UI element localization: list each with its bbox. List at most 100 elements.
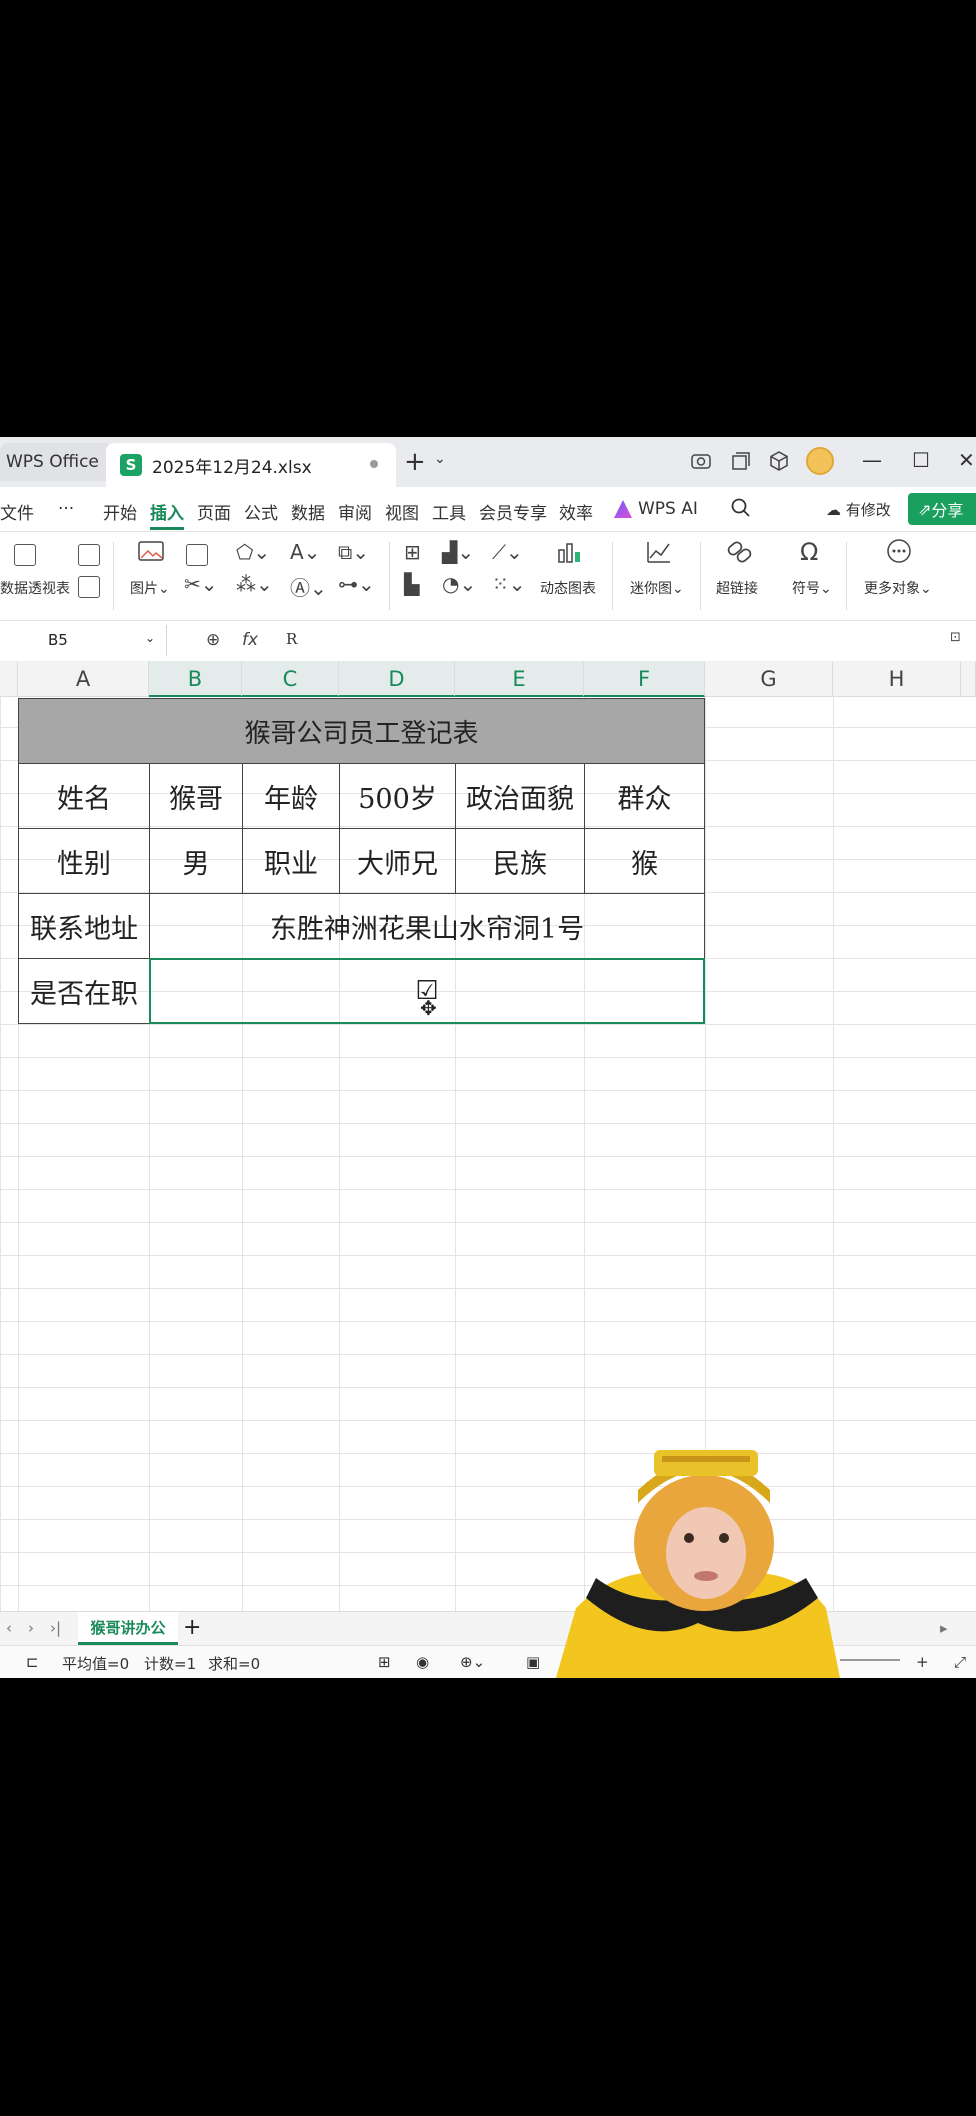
wps-ai-button[interactable]: WPS AI (614, 499, 698, 519)
close-icon[interactable]: ✕ (958, 448, 975, 472)
expand-formula-icon[interactable]: ⊡ (950, 630, 961, 645)
name-box-chevron-icon[interactable]: ⌄ (145, 631, 155, 645)
textbox-icon[interactable]: Ⓐ⌄ (290, 572, 327, 601)
column-header-h[interactable]: H (833, 661, 961, 697)
cell-c3[interactable]: 职业 (242, 828, 340, 894)
center-view-icon[interactable]: ⊕⌄ (460, 1653, 485, 1671)
menu-insert[interactable]: 插入 (150, 499, 184, 524)
user-avatar[interactable] (806, 447, 834, 475)
cell-a3[interactable]: 性别 (18, 828, 150, 894)
eye-protection-icon[interactable]: ◉ (416, 1653, 429, 1671)
search-icon[interactable] (730, 497, 752, 524)
modified-status[interactable]: ☁ 有修改 (826, 499, 891, 520)
chart-grid-icon[interactable]: ⊞ (404, 540, 421, 564)
column-header-e[interactable]: E (455, 661, 584, 697)
cell-a2[interactable]: 姓名 (18, 763, 150, 829)
menu-more[interactable]: ··· (58, 499, 74, 519)
cube-icon[interactable] (768, 450, 790, 472)
cell-b2[interactable]: 猴哥 (149, 763, 243, 829)
picture-label[interactable]: 图片⌄ (130, 578, 170, 598)
picture-icon[interactable] (138, 540, 164, 567)
bar-chart-small-icon[interactable]: ▙ (404, 572, 419, 596)
fullscreen-icon[interactable]: ⤢ (954, 1653, 966, 1671)
name-box[interactable]: B5 ⌄ (0, 625, 167, 656)
zoom-slider[interactable] (840, 1659, 900, 1661)
cell-e2[interactable]: 政治面貌 (455, 763, 585, 829)
pivot-table-icon[interactable] (14, 544, 36, 566)
selection-mode-icon[interactable]: ⊏ (26, 1653, 39, 1671)
screenshot-icon[interactable] (690, 450, 712, 472)
dynamic-chart-label[interactable]: 动态图表 (540, 578, 596, 598)
add-sheet-button[interactable]: + (183, 1615, 201, 1640)
symbol-icon[interactable]: Ω (800, 538, 818, 566)
icon-library-icon[interactable]: ⁂⌄ (236, 572, 273, 596)
cell-e3[interactable]: 民族 (455, 828, 585, 894)
tab-list-chevron-icon[interactable]: ⌄ (434, 451, 446, 467)
column-header-a[interactable]: A (18, 661, 149, 697)
wordart-icon[interactable]: A⌄ (290, 540, 320, 564)
menu-tools[interactable]: 工具 (432, 499, 466, 524)
screenshot-cut-icon[interactable]: ✂⌄ (184, 572, 218, 596)
fx-icon[interactable]: fx (242, 630, 258, 650)
scroll-right-icon[interactable]: ▸ (940, 1619, 948, 1637)
column-header-d[interactable]: D (339, 661, 455, 697)
column-header-g[interactable]: G (705, 661, 833, 697)
smartart-icon[interactable]: ⧉⌄ (338, 540, 369, 564)
share-button[interactable]: ⇗ 分享 (908, 493, 976, 525)
zoom-formula-icon[interactable]: ⊕ (206, 630, 220, 650)
cell-d2[interactable]: 500岁 (339, 763, 456, 829)
line-chart-icon[interactable]: ⟋⌄ (492, 540, 523, 564)
window-copy-icon[interactable] (730, 450, 752, 472)
table-view-icon[interactable]: ⊞ (378, 1653, 391, 1671)
normal-view-icon[interactable]: ▣ (526, 1653, 540, 1671)
zoom-in-icon[interactable]: + (916, 1653, 929, 1671)
sheet-tab-active[interactable]: 猴哥讲办公 (78, 1612, 178, 1645)
new-tab-button[interactable]: + (404, 447, 426, 477)
pie-chart-icon[interactable]: ◔⌄ (442, 572, 476, 596)
pivot-chart-icon[interactable] (78, 544, 100, 566)
cell-d3[interactable]: 大师兄 (339, 828, 456, 894)
column-header-b[interactable]: B (149, 661, 242, 697)
table-icon[interactable] (78, 576, 100, 598)
menu-review[interactable]: 审阅 (338, 499, 372, 524)
menu-formula[interactable]: 公式 (244, 499, 278, 524)
cell-a5[interactable]: 是否在职 (18, 958, 150, 1024)
table-title-cell[interactable]: 猴哥公司员工登记表 (18, 698, 705, 764)
maximize-icon[interactable]: ☐ (912, 448, 930, 472)
sparkline-label[interactable]: 迷你图⌄ (630, 578, 684, 598)
formula-input[interactable]: R (286, 630, 297, 648)
file-tab[interactable]: S 2025年12月24.xlsx (106, 443, 396, 487)
sparkline-icon[interactable] (646, 540, 672, 569)
column-header-c[interactable]: C (242, 661, 339, 697)
column-chart-icon[interactable]: ▟⌄ (442, 540, 474, 564)
shapes-icon[interactable]: ⬠⌄ (236, 540, 270, 564)
menu-page[interactable]: 页面 (197, 499, 231, 524)
row-header-corner[interactable] (0, 661, 18, 697)
next-sheet-icon[interactable]: › (28, 1619, 34, 1637)
cell-f2[interactable]: 群众 (584, 763, 705, 829)
hyperlink-label[interactable]: 超链接 (716, 578, 758, 598)
menu-efficiency[interactable]: 效率 (559, 499, 593, 524)
pivot-table-label[interactable]: 数据透视表 (0, 578, 70, 598)
column-header-f[interactable]: F (584, 661, 705, 697)
flowchart-icon[interactable]: ⊶⌄ (338, 572, 375, 596)
last-sheet-icon[interactable]: ›| (50, 1619, 61, 1637)
cell-a4[interactable]: 联系地址 (18, 893, 150, 959)
cell-f3[interactable]: 猴 (584, 828, 705, 894)
menu-home[interactable]: 开始 (103, 499, 137, 524)
hyperlink-icon[interactable] (726, 540, 754, 569)
column-header-i[interactable] (961, 661, 976, 697)
more-objects-icon[interactable] (886, 538, 912, 569)
symbol-label[interactable]: 符号⌄ (792, 578, 832, 598)
first-sheet-icon[interactable]: ‹ (6, 1619, 12, 1637)
document-icon[interactable] (186, 544, 208, 566)
minimize-icon[interactable]: — (862, 448, 882, 472)
cell-b4-merged[interactable]: 东胜神洲花果山水帘洞1号 (149, 893, 705, 959)
dynamic-chart-icon[interactable] (556, 540, 586, 569)
more-objects-label[interactable]: 更多对象⌄ (864, 578, 932, 598)
home-tab[interactable]: WPS Office (0, 443, 113, 481)
menu-data[interactable]: 数据 (291, 499, 325, 524)
menu-file[interactable]: 文件 (0, 499, 34, 524)
menu-member[interactable]: 会员专享 (479, 499, 547, 524)
cell-c2[interactable]: 年龄 (242, 763, 340, 829)
